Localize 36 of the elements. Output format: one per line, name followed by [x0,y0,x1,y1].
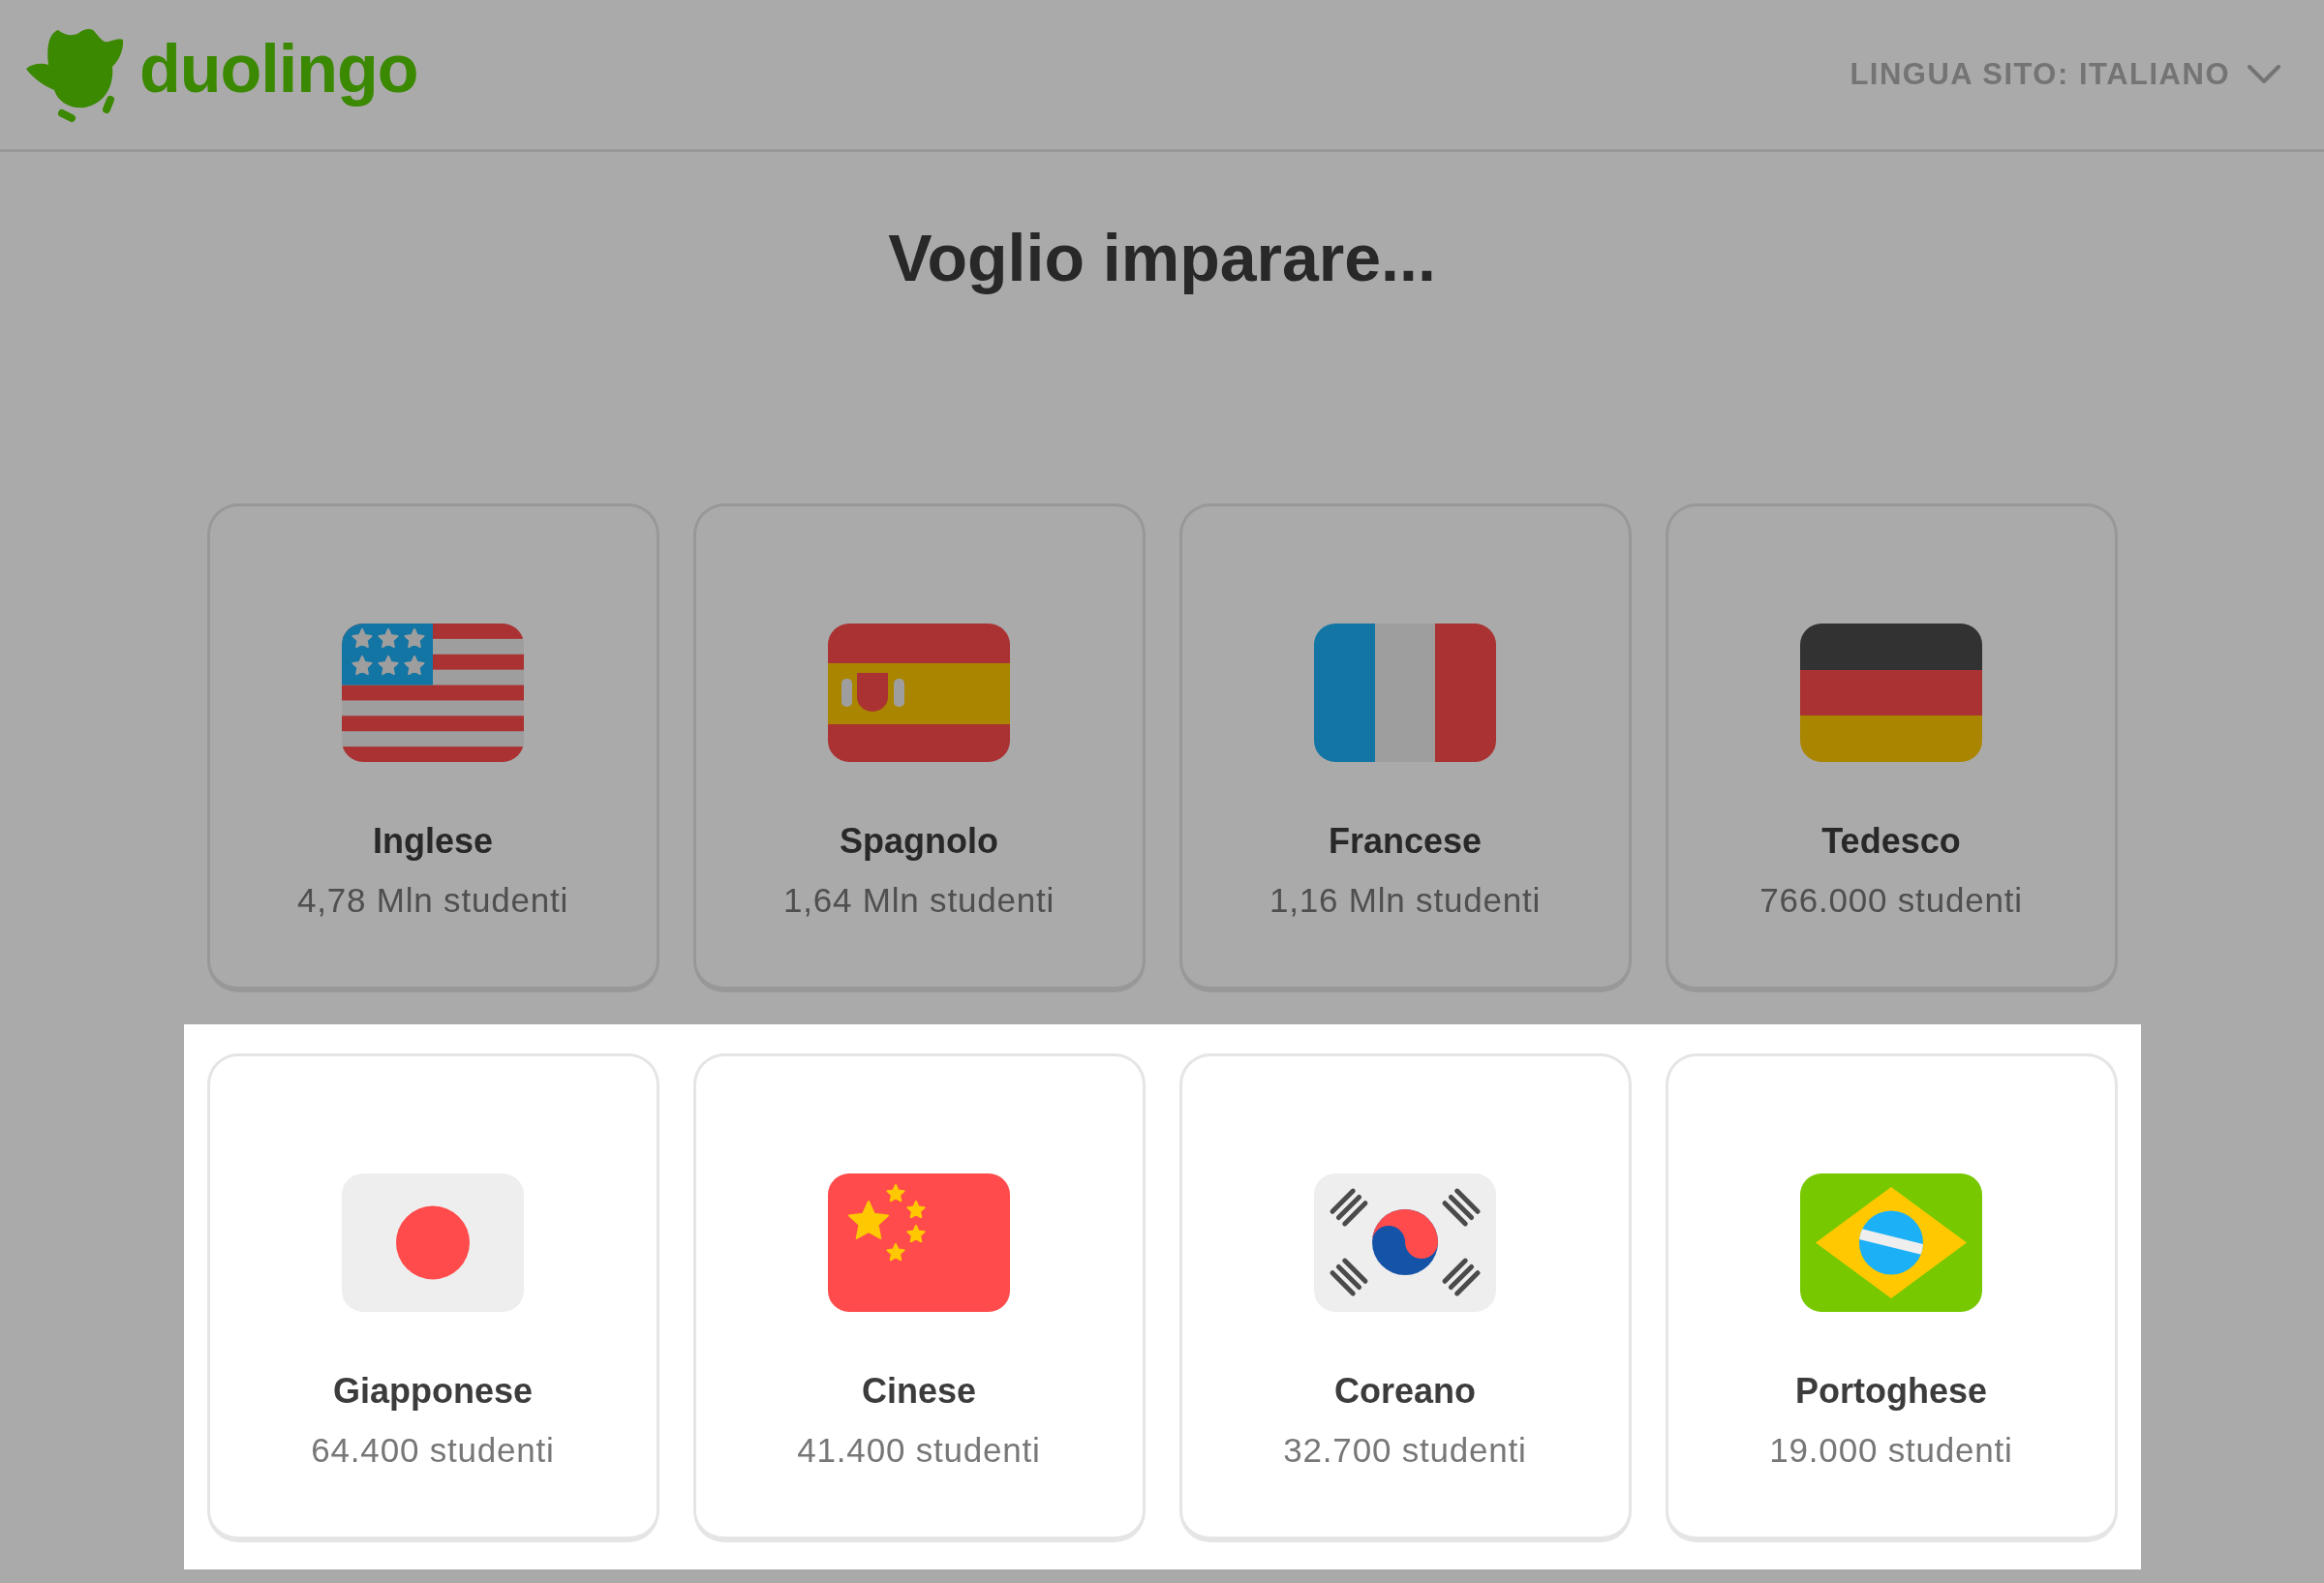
course-name: Francese [1328,820,1483,863]
spain-flag-icon [828,624,1010,762]
bird-logo-icon [25,26,126,123]
learner-count: 4,78 Mln studenti [296,880,569,921]
course-name: Portoghese [1794,1370,1987,1413]
learner-count: 19.000 studenti [1769,1430,2013,1471]
course-name: Cinese [861,1370,977,1413]
logo-wordmark: duolingo [139,35,418,108]
course-card[interactable]: Portoghese 19.000 studenti [1665,1053,2118,1542]
course-name: Spagnolo [840,820,998,863]
course-name: Tedesco [1821,820,1961,863]
course-card[interactable]: Cinese 41.400 studenti [692,1053,1146,1542]
learner-count: 1,64 Mln studenti [782,880,1055,921]
page-heading: Voglio imparare... [887,220,1437,296]
learner-count: 1,16 Mln studenti [1269,880,1542,921]
course-card[interactable]: Spagnolo 1,64 Mln studenti [692,503,1146,992]
course-card[interactable]: Coreano 32.700 studenti [1178,1053,1632,1542]
japan-flag-icon [342,1173,524,1312]
course-card[interactable]: Tedesco 766.000 studenti [1665,503,2118,992]
germany-flag-icon [1800,624,1982,762]
france-flag-icon [1314,624,1496,762]
course-name: Giapponese [332,1370,534,1413]
brazil-flag-icon [1800,1173,1982,1312]
course-name: Inglese [372,820,494,863]
learner-count: 64.400 studenti [311,1430,555,1471]
learner-count: 766.000 studenti [1759,880,2023,921]
us-flag-icon [342,624,524,762]
course-card[interactable]: Inglese 4,78 Mln studenti [206,503,659,992]
course-name: Coreano [1334,1370,1476,1413]
china-flag-icon [828,1173,1010,1312]
learner-count: 41.400 studenti [797,1430,1041,1471]
south-korea-flag-icon [1314,1173,1496,1312]
learner-count: 32.700 studenti [1283,1430,1527,1471]
course-card[interactable]: Giapponese 64.400 studenti [206,1053,659,1542]
chevron-down-icon [2248,65,2280,84]
course-card[interactable]: Francese 1,16 Mln studenti [1178,503,1632,992]
